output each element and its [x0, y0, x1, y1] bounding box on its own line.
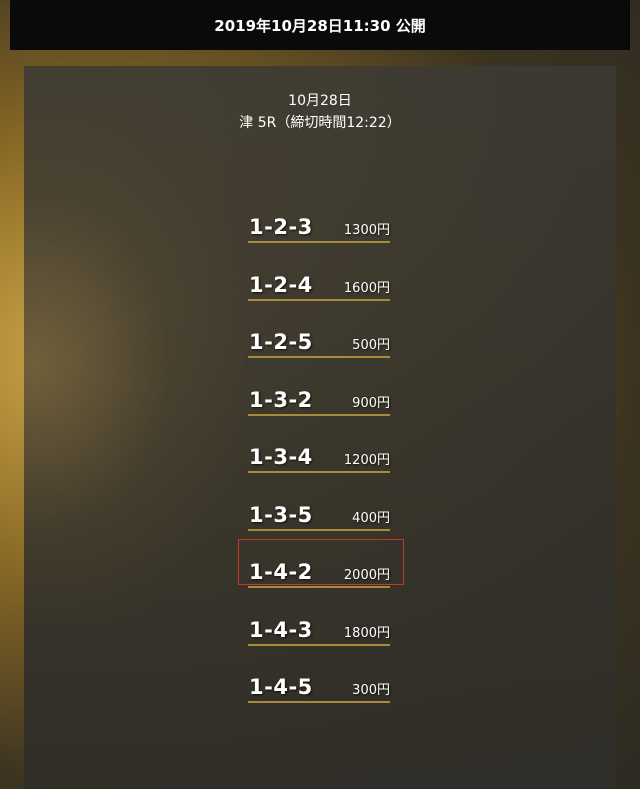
bet-combination: 1-2-4 [249, 272, 313, 297]
header-bar: 2019年10月28日11:30 公開 [10, 0, 630, 50]
bet-row: 1-2-5 500円 [248, 330, 390, 358]
bet-amount: 400円 [352, 510, 390, 526]
page-background: 2019年10月28日11:30 公開 10月28日 津 5R（締切時間12:2… [0, 0, 640, 789]
bet-row: 1-4-3 1800円 [248, 617, 390, 646]
bet-amount: 500円 [352, 338, 390, 353]
content-panel: 10月28日 津 5R（締切時間12:22） 1-2-3 1300円 1-2-4… [24, 66, 616, 789]
race-name: 津 5R（締切時間12:22） [239, 115, 401, 131]
bet-amount: 1300円 [343, 223, 390, 238]
bet-row: 1-3-4 1200円 [248, 445, 390, 473]
bet-amount: 900円 [352, 395, 390, 411]
bet-row: 1-3-5 400円 [248, 502, 390, 531]
bet-row: 1-3-2 900円 [248, 387, 390, 416]
race-date: 10月28日 [288, 93, 352, 109]
bet-list: 1-2-3 1300円 1-2-4 1600円 1-2-5 500円 1-3-2… [248, 215, 390, 734]
bet-row: 1-4-5 300円 [248, 675, 390, 703]
header-title: 2019年10月28日11:30 公開 [214, 16, 426, 35]
bet-combination: 1-2-3 [249, 215, 313, 239]
bet-combination: 1-3-2 [249, 387, 313, 412]
bet-row: 1-2-3 1300円 [248, 215, 390, 243]
bet-amount: 1600円 [343, 280, 390, 296]
bet-amount: 1800円 [343, 625, 390, 641]
bet-combination: 1-3-5 [249, 502, 313, 527]
bet-row: 1-2-4 1600円 [248, 272, 390, 301]
bet-combination: 1-2-5 [249, 330, 313, 354]
bet-amount: 1200円 [343, 453, 390, 468]
bet-combination: 1-4-3 [249, 617, 313, 642]
highlight-box [238, 539, 404, 585]
background-glow [24, 106, 244, 626]
bet-combination: 1-3-4 [249, 445, 313, 469]
race-info: 10月28日 津 5R（締切時間12:22） [24, 90, 616, 134]
bet-amount: 300円 [352, 683, 390, 698]
bet-combination: 1-4-5 [249, 675, 313, 699]
